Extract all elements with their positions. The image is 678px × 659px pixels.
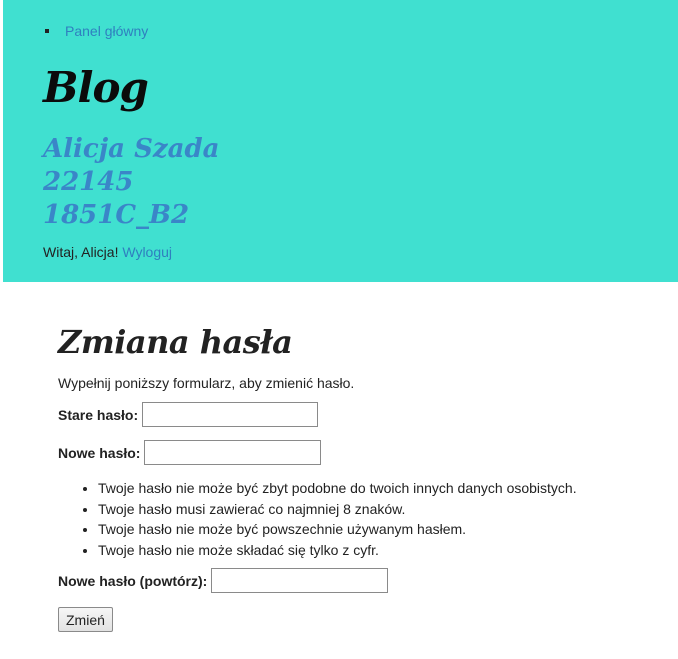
password-help-item: Twoje hasło nie może być zbyt podobne do… xyxy=(98,478,577,499)
dashboard-link[interactable]: Panel główny xyxy=(65,23,148,39)
old-password-field[interactable] xyxy=(142,402,319,427)
old-password-row: Stare hasło: xyxy=(58,402,319,427)
new-password-label: Nowe hasło: xyxy=(58,444,141,461)
page: Panel główny Blog Alicja Szada 22145 185… xyxy=(0,0,678,659)
new-password-field[interactable] xyxy=(144,440,322,465)
blog-title: Blog xyxy=(43,63,149,112)
old-password-label: Stare hasło: xyxy=(58,406,139,423)
password-help-item: Twoje hasło musi zawierać co najmniej 8 … xyxy=(98,499,577,520)
page-title: Zmiana hasła xyxy=(58,323,293,361)
main-content: Zmiana hasła Wypełnij poniższy formularz… xyxy=(58,318,658,632)
author-name: Alicja Szada xyxy=(43,134,220,164)
site-header: Panel główny Blog Alicja Szada 22145 185… xyxy=(3,0,678,282)
password-help-list: Twoje hasło nie może być zbyt podobne do… xyxy=(58,478,577,560)
author-group: 1851C_B2 xyxy=(43,200,190,230)
new-password-repeat-field[interactable] xyxy=(211,568,389,593)
password-help-item: Twoje hasło nie może być powszechnie uży… xyxy=(98,519,577,540)
new-password-repeat-label: Nowe hasło (powtórz): xyxy=(58,572,208,589)
change-password-button[interactable]: Zmień xyxy=(58,607,113,632)
new-password-row: Nowe hasło: xyxy=(58,440,322,465)
password-help-item: Twoje hasło nie może składać się tylko z… xyxy=(98,540,577,561)
welcome-text: Witaj, Alicja! xyxy=(43,244,119,260)
logout-link[interactable]: Wyloguj xyxy=(122,244,172,260)
nav-item-dashboard: Panel główny xyxy=(43,22,148,40)
form-intro: Wypełnij poniższy formularz, aby zmienić… xyxy=(58,375,355,391)
main-nav: Panel główny xyxy=(43,22,148,40)
author-info: Alicja Szada 22145 1851C_B2 xyxy=(43,133,219,232)
new-password-repeat-row: Nowe hasło (powtórz): xyxy=(58,568,389,593)
author-id: 22145 xyxy=(43,167,134,197)
welcome-bar: Witaj, Alicja! Wyloguj xyxy=(43,243,172,261)
